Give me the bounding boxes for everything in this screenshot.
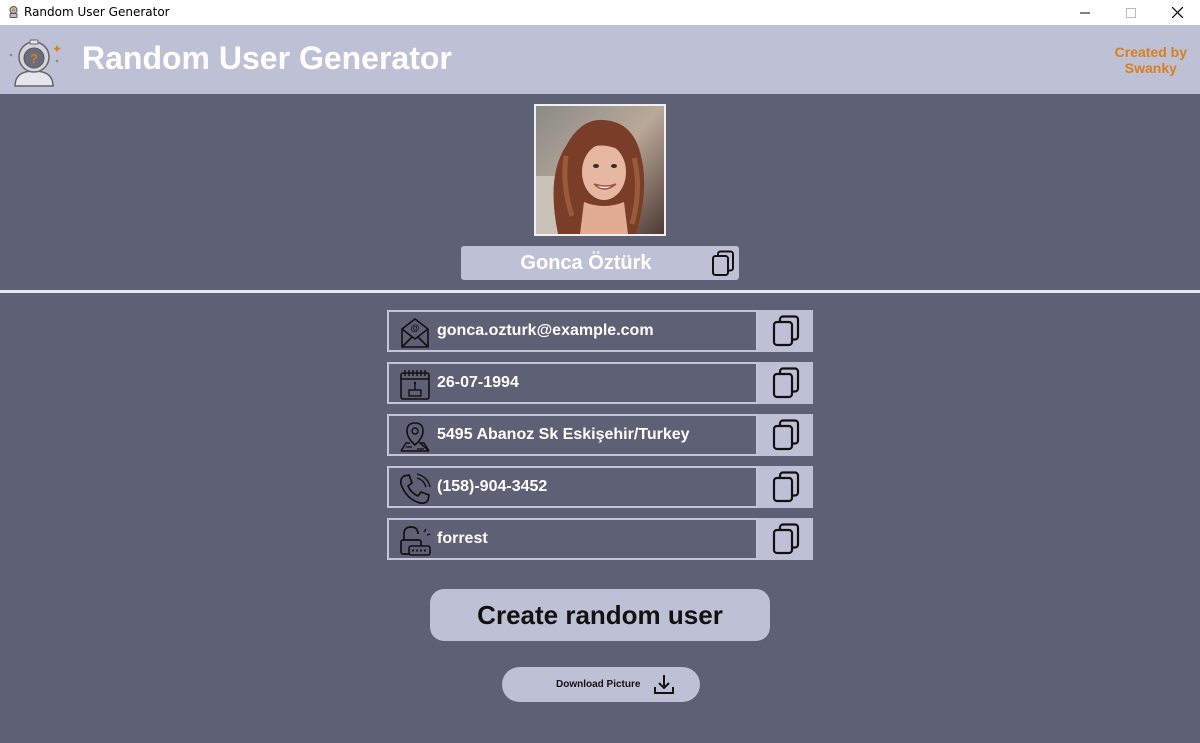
email-icon: @ xyxy=(401,317,429,348)
copy-email-button[interactable] xyxy=(758,310,813,352)
email-row: @ gonca.ozturk@example.com xyxy=(387,310,813,352)
astronaut-question-icon: ? xyxy=(9,39,61,87)
credit-line-1: Created by xyxy=(1114,44,1187,60)
download-label: Download Picture xyxy=(556,679,641,690)
window-titlebar: Random User Generator xyxy=(0,0,1200,25)
name-field: Gonca Öztürk xyxy=(461,246,739,280)
password-value: forrest xyxy=(437,530,488,547)
copy-icon xyxy=(772,315,799,347)
phone-value: (158)-904-3452 xyxy=(437,478,548,495)
birthday-row: 26-07-1994 xyxy=(387,362,813,404)
minimize-icon xyxy=(1080,12,1090,13)
maximize-icon xyxy=(1126,7,1136,18)
download-picture-button[interactable]: Download Picture xyxy=(502,667,700,702)
window-title: Random User Generator xyxy=(24,5,170,19)
phone-row: (158)-904-3452 xyxy=(387,466,813,508)
close-button[interactable] xyxy=(1154,0,1200,25)
minimize-button[interactable] xyxy=(1062,0,1108,25)
credit-line-2: Swanky xyxy=(1124,60,1177,76)
profile-photo xyxy=(534,104,666,236)
astronaut-icon xyxy=(9,6,18,18)
phone-icon xyxy=(399,473,431,505)
maximize-button[interactable] xyxy=(1108,0,1154,25)
birthday-field: 26-07-1994 xyxy=(387,362,758,404)
copy-password-button[interactable] xyxy=(758,518,813,560)
full-name: Gonca Öztürk xyxy=(520,252,652,274)
address-field: 5495 Abanoz Sk Eskişehir/Turkey xyxy=(387,414,758,456)
email-field: @ gonca.ozturk@example.com xyxy=(387,310,758,352)
app-title: Random User Generator xyxy=(82,40,452,76)
copy-phone-button[interactable] xyxy=(758,466,813,508)
close-icon xyxy=(1171,7,1183,18)
copy-icon xyxy=(772,367,799,399)
section-divider xyxy=(0,290,1200,293)
address-row: 5495 Abanoz Sk Eskişehir/Turkey xyxy=(387,414,813,456)
email-value: gonca.ozturk@example.com xyxy=(437,322,654,339)
copy-icon[interactable] xyxy=(711,250,735,276)
credit-text: Created by Swanky xyxy=(1115,44,1187,76)
calendar-birthday-icon xyxy=(400,370,430,400)
copy-address-button[interactable] xyxy=(758,414,813,456)
birthday-value: 26-07-1994 xyxy=(437,374,519,391)
app-header: ? Random User Generator Created by Swank… xyxy=(0,25,1200,94)
copy-icon xyxy=(772,471,799,503)
svg-text:@: @ xyxy=(411,323,420,333)
password-lock-icon xyxy=(400,526,431,556)
copy-icon xyxy=(772,523,799,555)
copy-icon xyxy=(772,419,799,451)
svg-text:?: ? xyxy=(30,51,38,66)
copy-birthday-button[interactable] xyxy=(758,362,813,404)
location-map-icon xyxy=(400,422,430,452)
create-random-user-button[interactable]: Create random user xyxy=(430,589,770,641)
download-icon xyxy=(654,675,674,694)
address-value: 5495 Abanoz Sk Eskişehir/Turkey xyxy=(437,426,690,443)
phone-field: (158)-904-3452 xyxy=(387,466,758,508)
password-field: forrest xyxy=(387,518,758,560)
password-row: forrest xyxy=(387,518,813,560)
